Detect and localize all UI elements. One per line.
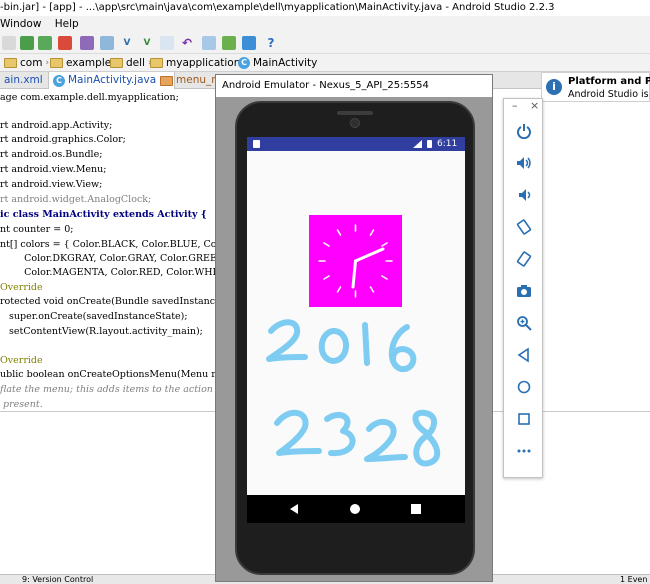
sdk-manager-icon[interactable] — [242, 36, 256, 50]
stop-icon[interactable] — [58, 36, 72, 50]
build-icon[interactable] — [2, 36, 16, 50]
ide-toolbar: V V ↶ ? — [0, 32, 650, 54]
class-icon: C — [53, 74, 65, 87]
emulator-window: Android Emulator - Nexus_5_API_25:5554 6… — [215, 74, 493, 582]
breadcrumb-mainactivity[interactable]: C MainActivity — [238, 55, 317, 71]
camera-icon[interactable] — [516, 283, 532, 299]
code-line: present. — [0, 399, 43, 410]
event-log-tab[interactable]: 1 Even — [620, 575, 647, 584]
code-line: ublic boolean onCreateOptionsMenu(Menu m… — [0, 369, 242, 380]
code-line: nt counter = 0; — [0, 224, 74, 235]
menu-bar: Window Help — [0, 16, 650, 32]
close-icon[interactable]: × — [530, 99, 539, 112]
breadcrumb-myapplication[interactable]: myapplication › — [150, 55, 247, 71]
phone-screen[interactable]: 6:11 — [247, 137, 465, 523]
phone-frame: 6:11 — [235, 101, 475, 575]
handwritten-scribble — [266, 319, 441, 467]
code-line: age com.example.dell.myapplication; — [0, 92, 179, 103]
code-line: super.onCreate(savedInstanceState); — [0, 311, 188, 322]
phone-nav-bar — [247, 495, 465, 523]
menu-window[interactable]: Window — [0, 16, 41, 32]
zoom-icon[interactable] — [516, 315, 532, 331]
overview-icon[interactable] — [410, 503, 422, 515]
device-icon[interactable] — [100, 36, 114, 50]
volume-up-icon[interactable] — [516, 155, 532, 171]
code-line: setContentView(R.layout.activity_main); — [0, 326, 203, 337]
power-icon[interactable] — [516, 123, 532, 139]
volume-down-icon[interactable] — [516, 187, 532, 203]
revert-icon[interactable]: ↶ — [180, 36, 194, 50]
emulator-title[interactable]: Android Emulator - Nexus_5_API_25:5554 — [216, 75, 492, 97]
vcs-update-icon[interactable]: V — [120, 36, 134, 50]
menu-help[interactable]: Help — [55, 16, 79, 32]
more-icon[interactable] — [516, 443, 532, 459]
chevron-right-icon: › — [45, 58, 50, 68]
code-line: rotected void onCreate(Bundle savedInsta… — [0, 296, 228, 307]
version-control-tab[interactable]: 9: Version Control — [22, 575, 93, 584]
project-structure-icon[interactable] — [202, 36, 216, 50]
breadcrumb-com[interactable]: com › — [4, 55, 49, 71]
info-icon: i — [546, 79, 562, 95]
notification-body: Android Studio is read — [568, 89, 650, 100]
ide-title-bar: -bin.jar] - [app] - ...\app\src\main\jav… — [0, 0, 650, 16]
notification-balloon[interactable]: i Platform and Plugin Android Studio is … — [541, 72, 650, 102]
rotate-right-icon[interactable] — [516, 251, 532, 267]
run-icon[interactable] — [38, 36, 52, 50]
folder-icon — [50, 58, 63, 68]
vcs-commit-icon[interactable]: V — [140, 36, 154, 50]
code-line: rt android.os.Bundle; — [0, 149, 103, 160]
code-line: rt android.view.View; — [0, 179, 103, 190]
code-line: Override — [0, 282, 43, 293]
code-line: Color.DKGRAY, Color.GRAY, Color.GREEN — [0, 253, 226, 264]
code-line: Override — [0, 355, 43, 366]
code-line: rt android.graphics.Color; — [0, 134, 126, 145]
class-icon: C — [238, 57, 250, 69]
minimize-icon[interactable]: – — [512, 99, 518, 112]
history-icon[interactable] — [160, 36, 174, 50]
rotate-left-icon[interactable] — [516, 219, 532, 235]
code-line: ic class MainActivity extends Activity { — [0, 209, 207, 220]
breadcrumb: com › example › dell › myapplication › C… — [0, 54, 650, 72]
back-icon[interactable] — [288, 503, 300, 515]
home-icon[interactable] — [349, 503, 361, 515]
code-line: Color.MAGENTA, Color.RED, Color.WHITE — [0, 267, 230, 278]
back-icon[interactable] — [516, 347, 532, 363]
folder-icon — [110, 58, 123, 68]
avd-manager-icon[interactable] — [222, 36, 236, 50]
code-line: rt android.app.Activity; — [0, 120, 113, 131]
earpiece — [337, 111, 373, 115]
notification-title: Platform and Plugin — [568, 76, 650, 87]
folder-icon — [150, 58, 163, 68]
code-line: rt android.widget.AnalogClock; — [0, 194, 152, 205]
home-icon[interactable] — [516, 379, 532, 395]
folder-icon — [4, 58, 17, 68]
code-line: nt[] colors = { Color.BLACK, Color.BLUE,… — [0, 239, 217, 250]
sdk-icon[interactable] — [80, 36, 94, 50]
code-line: rt android.view.Menu; — [0, 164, 107, 175]
breadcrumb-dell[interactable]: dell › — [110, 55, 152, 71]
overview-icon[interactable] — [516, 411, 532, 427]
sync-icon[interactable] — [20, 36, 34, 50]
layout-file-icon — [160, 75, 173, 86]
code-line: flate the menu; this adds items to the a… — [0, 384, 213, 395]
emulator-toolbar: – × — [503, 98, 543, 478]
breadcrumb-example[interactable]: example › — [50, 55, 118, 71]
help-icon[interactable]: ? — [264, 36, 278, 50]
front-camera — [350, 118, 360, 128]
